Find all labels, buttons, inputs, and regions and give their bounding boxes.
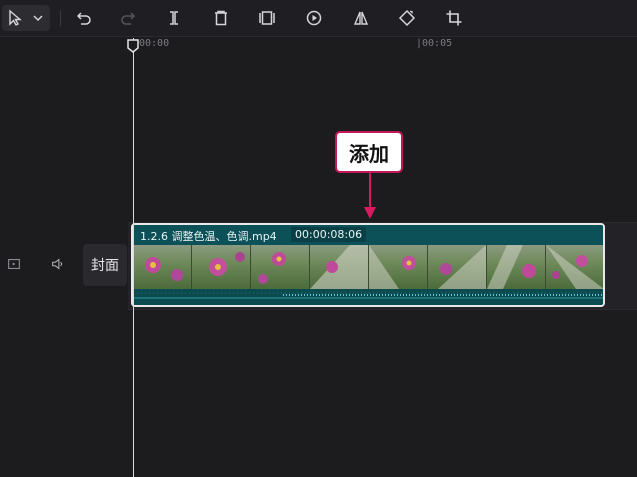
tick-label-start: 00:00 — [139, 38, 170, 49]
crop-icon[interactable] — [442, 6, 466, 30]
chevron-down-icon[interactable] — [28, 6, 48, 30]
audio-waveform — [133, 289, 603, 305]
toolbar-divider — [60, 10, 61, 26]
clip-duration: 00:00:08:06 — [291, 227, 367, 242]
clip-thumbnails — [133, 245, 603, 289]
freeze-frame-icon[interactable] — [255, 6, 279, 30]
split-icon[interactable] — [162, 6, 186, 30]
clip-thumbnail — [192, 245, 251, 289]
clip-name: 1.2.6 调整色温、色调.mp4 — [140, 230, 277, 243]
delete-icon[interactable] — [209, 6, 233, 30]
clip-thumbnail — [133, 245, 192, 289]
clip-thumbnail — [251, 245, 310, 289]
annotation-arrow — [364, 173, 376, 219]
pointer-icon[interactable] — [3, 6, 27, 30]
playhead-line[interactable] — [133, 38, 134, 477]
undo-icon[interactable] — [72, 6, 96, 30]
rotate-icon[interactable] — [395, 6, 419, 30]
cover-button[interactable]: 封面 — [83, 244, 127, 286]
playhead-handle[interactable] — [127, 38, 139, 53]
clip-thumbnail — [546, 245, 603, 289]
clip-thumbnail — [310, 245, 369, 289]
track-video-icon[interactable] — [5, 255, 23, 273]
video-clip[interactable]: 1.2.6 调整色温、色调.mp4 00:00:08:06 — [131, 223, 605, 307]
clip-header: 1.2.6 调整色温、色调.mp4 00:00:08:06 — [133, 225, 603, 245]
play-circle-icon[interactable] — [302, 6, 326, 30]
annotation-callout: 添加 — [335, 131, 403, 173]
clip-thumbnail — [428, 245, 487, 289]
timeline-toolbar — [0, 0, 637, 37]
mirror-icon[interactable] — [349, 6, 373, 30]
clip-thumbnail — [369, 245, 428, 289]
redo-icon — [116, 6, 140, 30]
speaker-icon[interactable] — [49, 255, 67, 273]
clip-thumbnail — [487, 245, 546, 289]
tick-label-five: |00:05 — [416, 38, 453, 49]
timeline-ruler[interactable]: 00:00 |00:05 — [128, 37, 637, 55]
